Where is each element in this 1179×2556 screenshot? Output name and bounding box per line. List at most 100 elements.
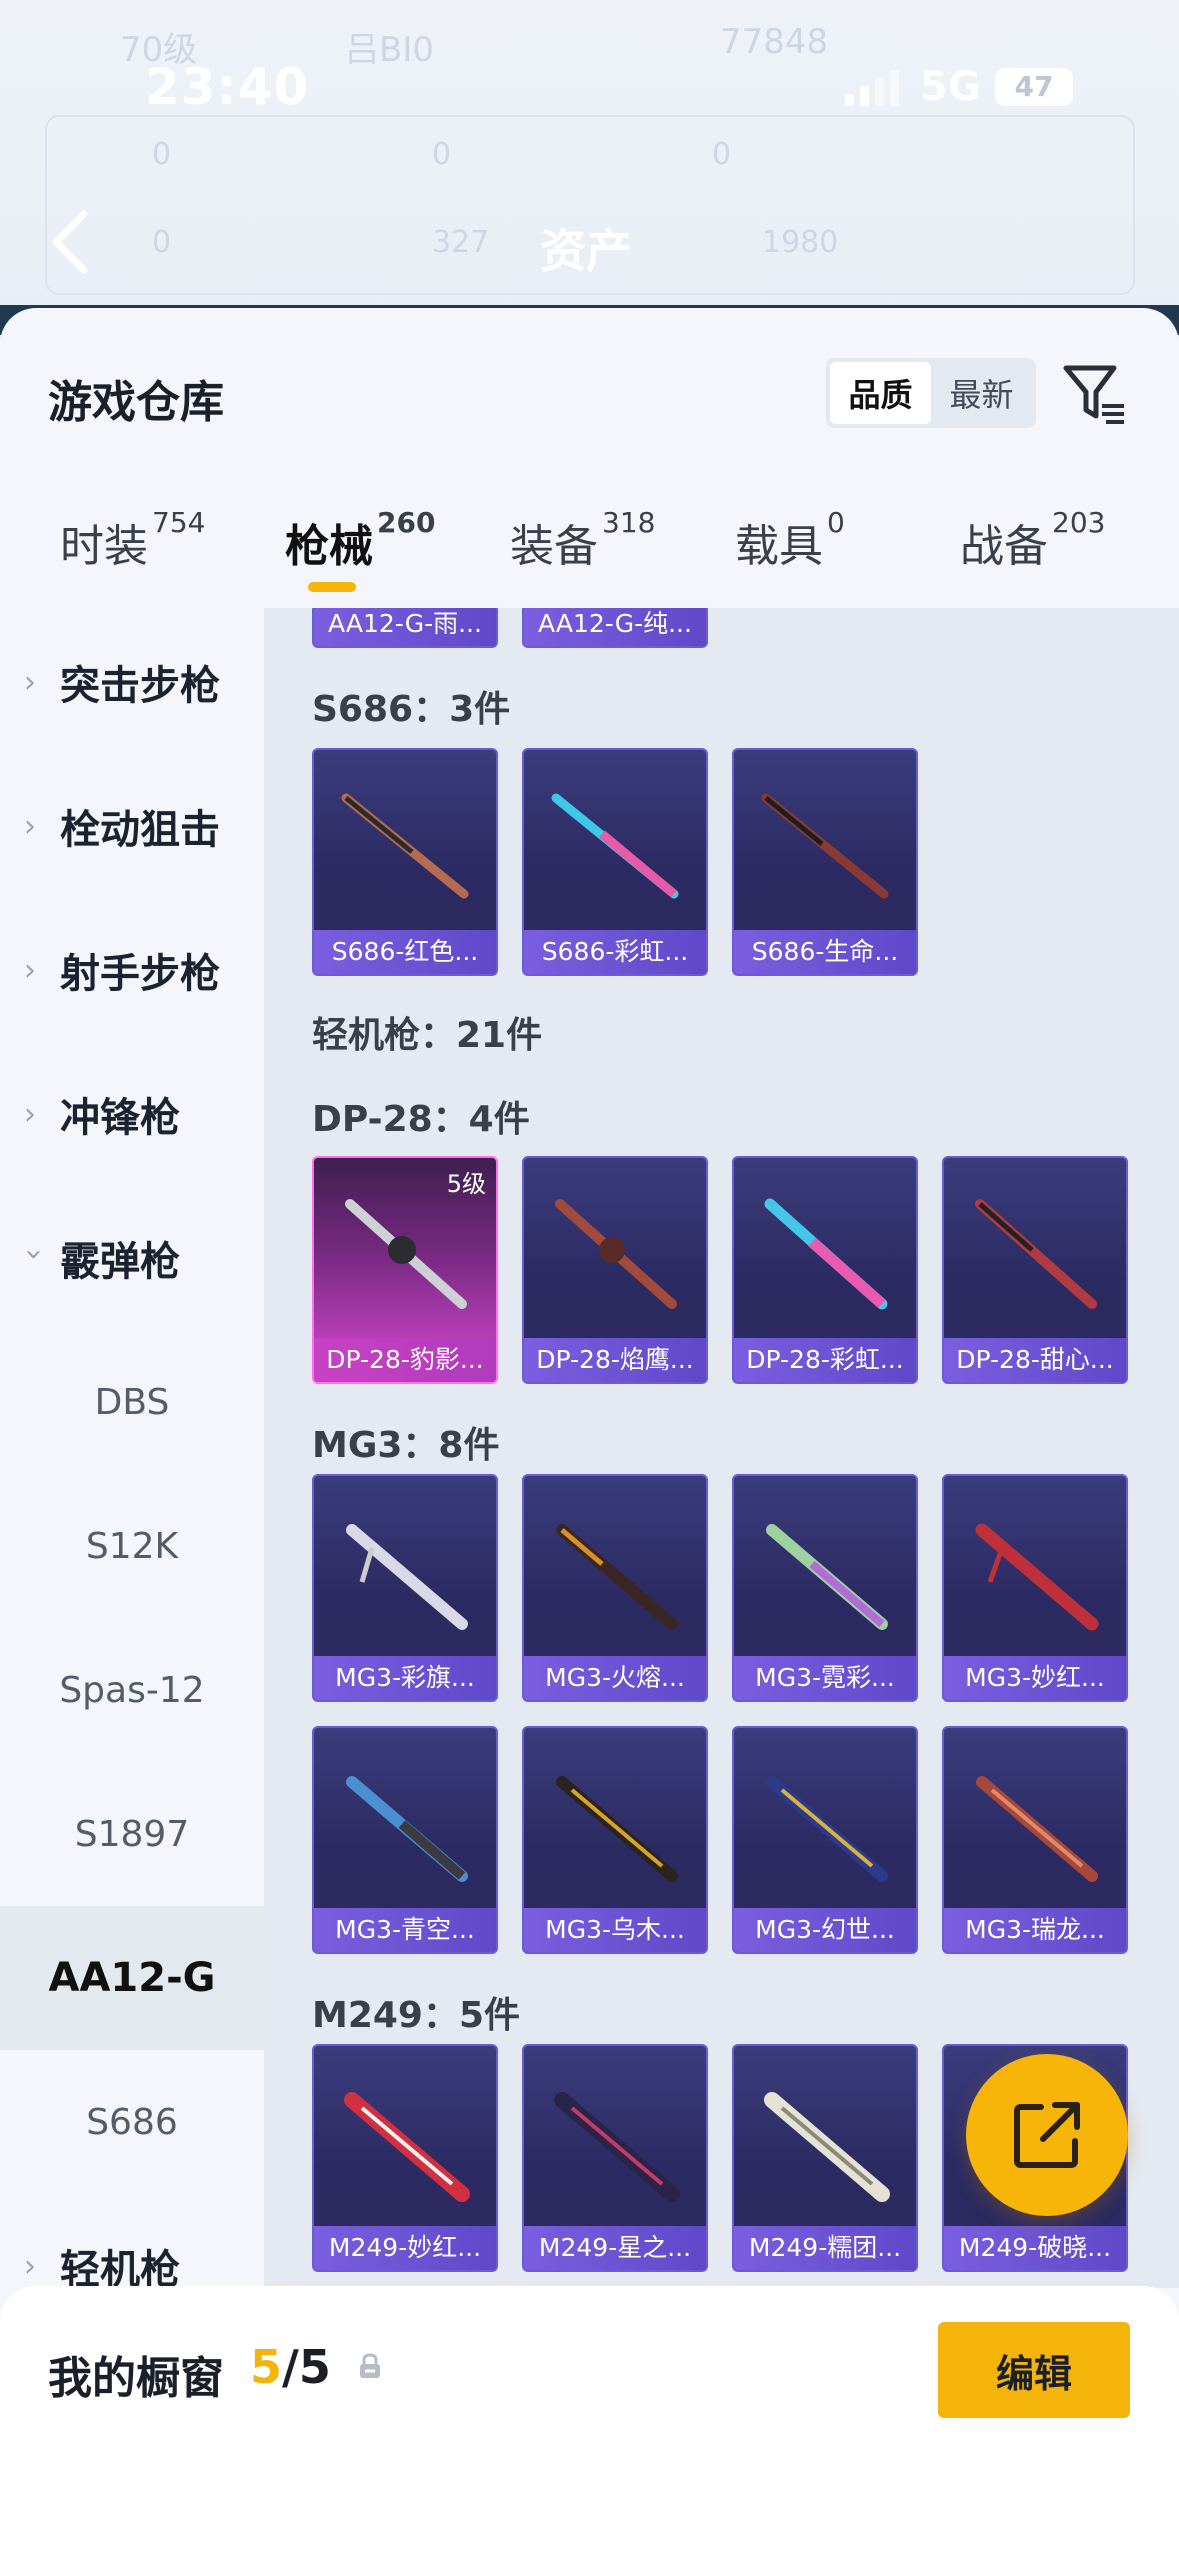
tab-count: 318: [602, 506, 656, 539]
sidebar-sub-s1897[interactable]: S1897: [0, 1762, 264, 1906]
card-label: MG3-彩旗...: [314, 1656, 496, 1700]
sidebar-sub-s686[interactable]: S686: [0, 2050, 264, 2194]
tab-count: 260: [377, 506, 436, 539]
machine-gun-icon: [976, 1776, 1098, 1882]
shotgun-icon: [551, 793, 679, 899]
weapon-card[interactable]: S686-红色...: [312, 748, 498, 976]
card-label: AA12-G-雨...: [314, 608, 496, 646]
status-bar: 23:40 5G 47: [0, 50, 1179, 130]
tab-vehicles[interactable]: 载具 0: [735, 506, 845, 574]
app-screen: 70级 吕BI0 77848 0 0 0 0 327 1980 23:40 5G…: [0, 0, 1179, 2556]
chevron-right-icon: ›: [24, 808, 36, 844]
sort-newest-button[interactable]: 最新: [931, 362, 1032, 424]
sort-quality-button[interactable]: 品质: [830, 362, 931, 424]
weapon-card[interactable]: MG3-瑞龙...: [942, 1726, 1128, 1954]
sidebar-sub-aa12g[interactable]: AA12-G: [0, 1906, 264, 2050]
machine-gun-icon: [344, 2092, 470, 2202]
edit-button[interactable]: 编辑: [938, 2322, 1130, 2418]
tab-label: 枪械: [285, 521, 373, 572]
weapon-grid: AA12-G-雨... AA12-G-纯... S686：3件 S686-红色.…: [264, 608, 1179, 2288]
card-label: MG3-乌木...: [524, 1908, 706, 1952]
card-label: M249-破晓...: [944, 2226, 1126, 2270]
weapon-card[interactable]: DP-28-甜心...: [942, 1156, 1128, 1384]
tab-gear[interactable]: 战备 203: [960, 506, 1105, 574]
weapon-card[interactable]: DP-28-焰鹰...: [522, 1156, 708, 1384]
active-tab-indicator: [308, 582, 356, 592]
showcase-total: /5: [282, 2340, 331, 2394]
machine-gun-icon: [975, 1523, 1099, 1631]
weapon-card[interactable]: S686-彩虹...: [522, 748, 708, 976]
tab-equipment[interactable]: 装备 318: [510, 506, 655, 574]
filter-icon[interactable]: [1062, 360, 1128, 426]
machine-gun-icon: [555, 1199, 677, 1309]
section-heading-dp28: DP-28：4件: [312, 1099, 530, 1140]
weapon-card[interactable]: AA12-G-雨...: [312, 608, 498, 648]
machine-gun-icon: [975, 1199, 1097, 1309]
tab-label: 装备: [510, 521, 598, 572]
tab-count: 754: [152, 506, 206, 539]
signal-icon: [845, 70, 899, 106]
ghost-count: 0: [152, 225, 172, 260]
tab-label: 战备: [960, 521, 1048, 572]
sidebar-item-label: 霰弹枪: [60, 1239, 180, 1285]
weapon-card[interactable]: M249-星之...: [522, 2044, 708, 2272]
card-label: DP-28-甜心...: [944, 1338, 1126, 1382]
sidebar-item-smg[interactable]: › 冲锋枪: [0, 1042, 264, 1186]
machine-gun-icon: [556, 1776, 678, 1882]
battery-icon: 47: [995, 68, 1073, 106]
card-label: AA12-G-纯...: [524, 608, 706, 646]
weapon-card[interactable]: M249-糯团...: [732, 2044, 918, 2272]
card-label: M249-糯团...: [734, 2226, 916, 2270]
weapon-card[interactable]: MG3-青空...: [312, 1726, 498, 1954]
page-title: 资产: [540, 224, 632, 278]
tab-guns[interactable]: 枪械 260: [285, 506, 435, 574]
section-heading-mg3: MG3：8件: [312, 1425, 500, 1466]
section-heading-s686: S686：3件: [312, 689, 511, 730]
weapon-card[interactable]: DP-28-彩虹...: [732, 1156, 918, 1384]
weapon-card[interactable]: S686-生命...: [732, 748, 918, 976]
tab-fashion[interactable]: 时装 754: [60, 506, 205, 574]
sidebar-item-shotgun[interactable]: › 霰弹枪: [0, 1186, 264, 1330]
card-label: DP-28-焰鹰...: [524, 1338, 706, 1382]
weapon-card[interactable]: MG3-幻世...: [732, 1726, 918, 1954]
share-button[interactable]: [966, 2054, 1128, 2216]
showcase-count: 5/5: [250, 2340, 331, 2394]
tab-label: 时装: [60, 521, 148, 572]
weapon-card[interactable]: MG3-乌木...: [522, 1726, 708, 1954]
sidebar-item-label: 射手步枪: [60, 951, 220, 997]
sidebar-item-label: 栓动狙击: [60, 807, 220, 853]
sidebar: › 突击步枪 › 栓动狙击 › 射手步枪 › 冲锋枪 › 霰弹枪 DBS S12K Spa…: [0, 608, 264, 2556]
sort-toggle: 品质 最新: [826, 358, 1036, 428]
machine-gun-icon: [346, 1776, 468, 1882]
shotgun-icon: [761, 793, 889, 899]
weapon-card[interactable]: AA12-G-纯...: [522, 608, 708, 648]
ghost-count: 0: [712, 137, 732, 172]
machine-gun-icon: [556, 1524, 678, 1630]
category-tabs: 时装 754 枪械 260 装备 318 载具 0 战备 203: [0, 498, 1179, 608]
weapon-card[interactable]: 5级 DP-28-豹影...: [312, 1156, 498, 1384]
weapon-card[interactable]: MG3-火熔...: [522, 1474, 708, 1702]
chevron-right-icon: ›: [24, 1096, 36, 1132]
weapon-card[interactable]: M249-妙红...: [312, 2044, 498, 2272]
machine-gun-icon: [346, 1524, 468, 1630]
sidebar-item-bolt-sniper[interactable]: › 栓动狙击: [0, 754, 264, 898]
sidebar-item-label: 突击步枪: [60, 663, 220, 709]
tab-count: 0: [827, 506, 845, 539]
back-arrow-icon[interactable]: [50, 210, 90, 274]
card-label: MG3-火熔...: [524, 1656, 706, 1700]
sidebar-sub-dbs[interactable]: DBS: [0, 1330, 264, 1474]
card-label: MG3-霓彩...: [734, 1656, 916, 1700]
sidebar-item-assault-rifle[interactable]: › 突击步枪: [0, 610, 264, 754]
sidebar-sub-spas12[interactable]: Spas-12: [0, 1618, 264, 1762]
card-label: M249-妙红...: [314, 2226, 496, 2270]
warehouse-title: 游戏仓库: [48, 377, 224, 428]
card-label: M249-星之...: [524, 2226, 706, 2270]
tab-label: 载具: [735, 521, 823, 572]
weapon-card[interactable]: MG3-霓彩...: [732, 1474, 918, 1702]
sidebar-sub-s12k[interactable]: S12K: [0, 1474, 264, 1618]
ghost-count: 327: [432, 225, 490, 260]
sidebar-item-marksman[interactable]: › 射手步枪: [0, 898, 264, 1042]
weapon-card[interactable]: MG3-妙红...: [942, 1474, 1128, 1702]
weapon-card[interactable]: MG3-彩旗...: [312, 1474, 498, 1702]
card-label: MG3-妙红...: [944, 1656, 1126, 1700]
